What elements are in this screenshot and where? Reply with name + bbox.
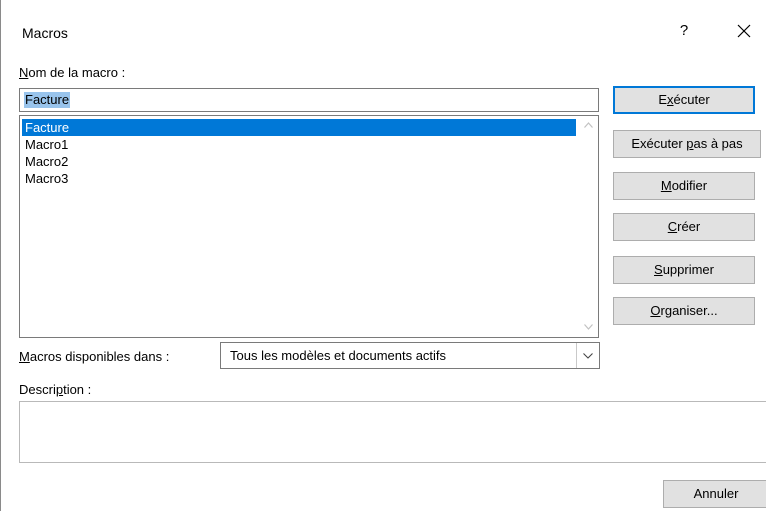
chevron-down-icon: [583, 353, 593, 359]
description-field: [19, 401, 766, 463]
scroll-up-button[interactable]: [580, 117, 597, 134]
edit-button[interactable]: Modifier: [613, 172, 755, 200]
macro-list-item[interactable]: Macro3: [22, 170, 576, 187]
macro-name-input[interactable]: Facture: [19, 88, 599, 112]
title-bar: Macros ?: [1, 0, 766, 62]
chevron-up-icon: [584, 122, 593, 128]
create-button[interactable]: Créer: [613, 213, 755, 241]
macro-list[interactable]: Facture Macro1 Macro2 Macro3: [19, 115, 599, 338]
organizer-button[interactable]: Organiser...: [613, 297, 755, 325]
help-button[interactable]: ?: [669, 16, 699, 46]
macro-list-item[interactable]: Macro1: [22, 136, 576, 153]
macros-dialog: Macros ? Nom de la macro : Facture Factu…: [0, 0, 766, 511]
macro-name-label: Nom de la macro :: [19, 65, 126, 80]
close-button[interactable]: [729, 16, 759, 46]
dialog-title: Macros: [22, 25, 68, 41]
macros-available-label: Macros disponibles dans :: [19, 349, 170, 364]
dropdown-button[interactable]: [576, 343, 599, 368]
macro-name-value: Facture: [24, 92, 71, 108]
cancel-button[interactable]: Annuler: [663, 480, 766, 508]
vertical-scrollbar[interactable]: [580, 117, 597, 336]
macro-list-items: Facture Macro1 Macro2 Macro3: [22, 119, 576, 187]
run-button[interactable]: Exécuter: [613, 86, 755, 114]
macro-list-item[interactable]: Macro2: [22, 153, 576, 170]
scroll-down-button[interactable]: [580, 319, 597, 336]
macros-available-select[interactable]: Tous les modèles et documents actifs: [220, 342, 600, 369]
step-into-button[interactable]: Exécuter pas à pas: [613, 130, 761, 158]
delete-button[interactable]: Supprimer: [613, 256, 755, 284]
close-icon: [737, 24, 751, 38]
macro-list-item[interactable]: Facture: [22, 119, 576, 136]
chevron-down-icon: [584, 324, 593, 330]
description-label: Description :: [19, 382, 92, 397]
macros-available-value: Tous les modèles et documents actifs: [230, 348, 447, 363]
